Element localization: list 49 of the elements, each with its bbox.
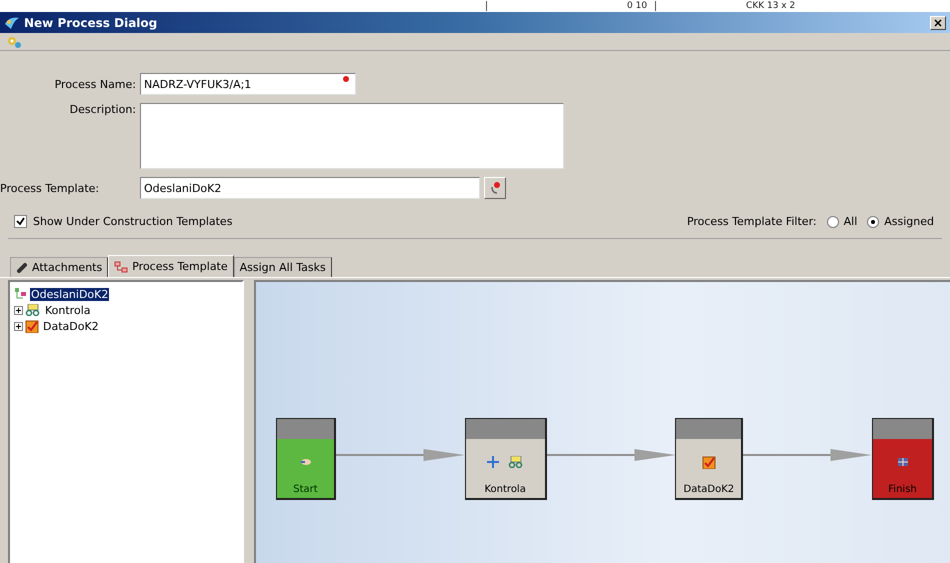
gear-icon[interactable] — [6, 34, 22, 48]
field-label: Process Name: — [54, 78, 136, 90]
plus-icon — [486, 454, 500, 468]
hand-icon — [300, 458, 312, 466]
process-node[interactable]: Start — [276, 418, 336, 500]
radio-button[interactable] — [826, 216, 839, 228]
checkbox-label: Show Under Construction Templates — [33, 215, 232, 228]
app-icon — [4, 16, 20, 30]
flag-icon — [896, 456, 909, 466]
hierarchy-icon — [114, 260, 128, 272]
process-tree-icon — [14, 287, 28, 301]
node-label: Finish — [888, 484, 917, 497]
tree-item[interactable]: Kontrola — [45, 304, 90, 316]
node-header — [873, 419, 932, 439]
process-name-field[interactable]: NADRZ-VYFUK3/A;1 — [140, 73, 356, 95]
node-label: DataDoK2 — [684, 484, 734, 497]
field-label: Description: — [68, 103, 136, 116]
node-header — [676, 419, 742, 439]
filter-label: Process Template Filter: — [686, 215, 817, 228]
process-template-field[interactable]: OdeslaniDoK2 — [140, 177, 480, 199]
paperclip-icon — [16, 262, 28, 274]
review-icon — [25, 304, 41, 316]
radio-label: All — [844, 215, 858, 228]
node-label: Start — [293, 484, 318, 497]
close-icon — [934, 18, 942, 26]
description-field[interactable] — [140, 103, 564, 169]
background-table-cell: 0 10 — [486, 1, 656, 11]
tab[interactable]: Process Template — [108, 255, 234, 277]
expand-icon[interactable] — [14, 322, 23, 330]
process-node[interactable]: Kontrola — [464, 418, 547, 500]
background-table-cell: CKK 13 x 2 — [655, 1, 804, 11]
tree-item[interactable]: OdeslaniDoK2 — [30, 288, 110, 300]
checkbox[interactable] — [14, 215, 27, 228]
clipboard-icon — [25, 319, 39, 333]
radio-label: Assigned — [884, 215, 934, 228]
process-node[interactable]: DataDoK2 — [675, 418, 744, 500]
template-picker-button[interactable] — [484, 177, 506, 199]
window-title: New Process Dialog — [24, 16, 158, 30]
tab[interactable]: Attachments — [10, 257, 108, 277]
radio-button[interactable] — [867, 216, 880, 228]
clipboard-icon — [702, 454, 716, 468]
tab[interactable]: Assign All Tasks — [234, 257, 332, 277]
tree-item[interactable]: DataDoK2 — [43, 320, 99, 332]
close-button[interactable] — [930, 16, 946, 30]
node-label: Kontrola — [484, 484, 526, 497]
expand-icon[interactable] — [14, 306, 23, 314]
node-header — [277, 419, 334, 439]
field-label: Process Template: — [0, 182, 100, 194]
review-icon — [508, 456, 524, 468]
